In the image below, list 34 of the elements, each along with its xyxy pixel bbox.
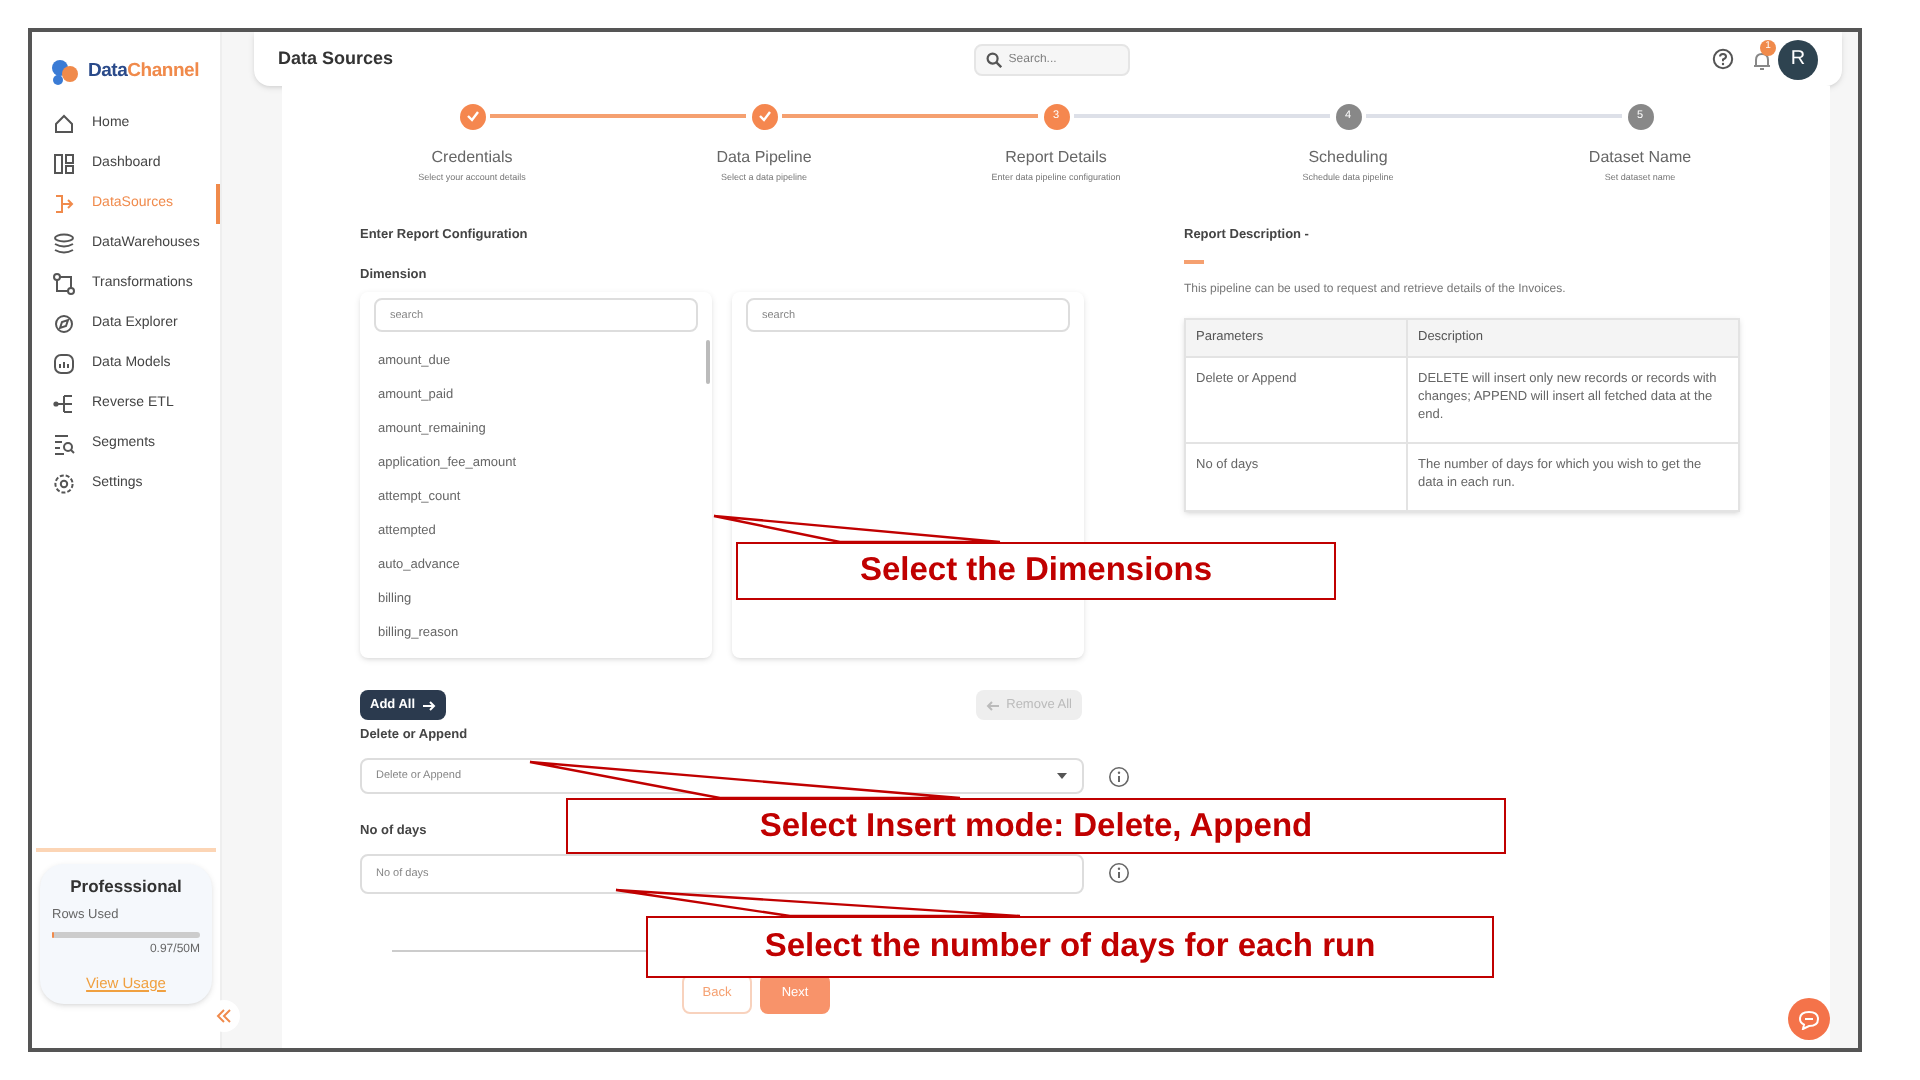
user-avatar[interactable]: R (1778, 39, 1818, 79)
info-icon[interactable] (1108, 765, 1130, 787)
plan-name: Professsional (68, 874, 184, 900)
check-icon (757, 110, 771, 122)
double-chevron-icon (216, 1008, 232, 1024)
flow-icon (52, 272, 76, 296)
left-arrow-icon (986, 699, 1001, 712)
home-icon (52, 112, 76, 136)
help-icon[interactable] (1712, 48, 1734, 70)
explore-icon (52, 312, 76, 336)
logo-icon (48, 56, 80, 88)
settings-icon (52, 472, 76, 496)
page-title: Data Sources (278, 45, 394, 72)
chat-icon (1798, 1009, 1820, 1029)
check-icon (465, 110, 479, 122)
caret-icon (1056, 772, 1068, 780)
logo-text: DataChannel (88, 57, 199, 86)
layers-icon (52, 232, 76, 256)
source-icon (52, 192, 76, 216)
step-label: Data Pipeline (716, 146, 812, 170)
scrollbar-thumb[interactable] (705, 340, 710, 385)
right-arrow-icon (421, 699, 436, 712)
step-label: Report Details (1005, 146, 1107, 170)
bell-icon[interactable] (1752, 50, 1772, 72)
step-label: Dataset Name (1588, 146, 1692, 170)
info-icon[interactable] (1108, 862, 1130, 885)
chat-button[interactable] (1788, 998, 1830, 1040)
step-label: Scheduling (1308, 146, 1388, 170)
search-icon (986, 51, 1003, 67)
segment-icon (52, 432, 76, 456)
step-label: Credentials (431, 146, 513, 170)
model-icon (52, 352, 76, 376)
branch-icon (52, 392, 76, 416)
dashboard-icon (52, 152, 76, 176)
